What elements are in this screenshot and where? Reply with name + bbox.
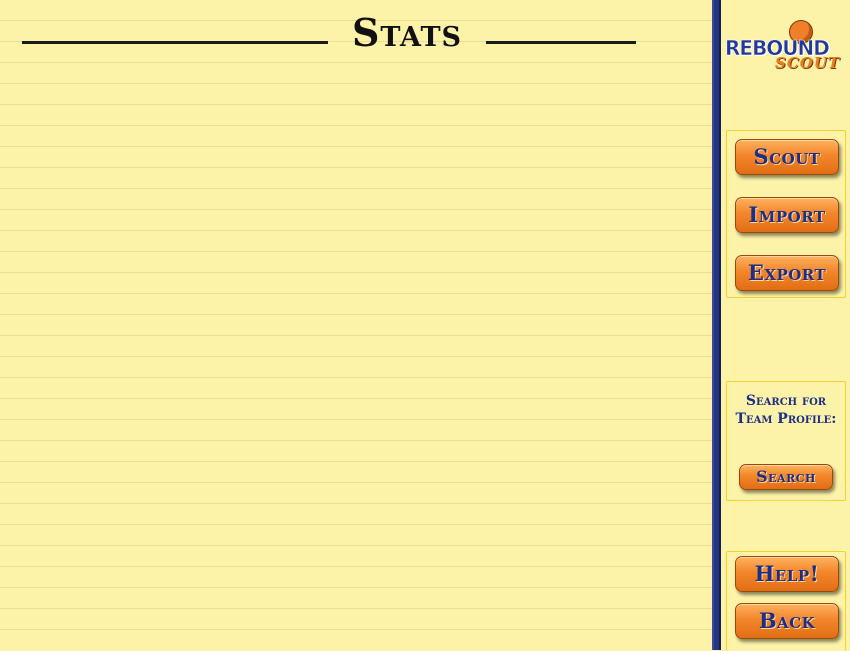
sidebar: REBOUND SCOUT Scout Import Export Search… — [721, 0, 850, 651]
search-prompt-line1: Search for — [745, 393, 827, 409]
sidebar-divider — [712, 0, 721, 650]
back-button[interactable]: Back — [735, 603, 839, 639]
page-title: Stats — [351, 10, 463, 55]
import-button[interactable]: Import — [735, 197, 839, 233]
page-header: Stats — [22, 10, 636, 60]
search-prompt-line2: Team Profile: — [735, 411, 837, 427]
search-panel: Search for Team Profile: Search — [726, 381, 846, 501]
logo-text-scout: SCOUT — [775, 54, 841, 72]
footer-panel: Help! Back — [726, 551, 846, 651]
help-button[interactable]: Help! — [735, 556, 839, 592]
export-button[interactable]: Export — [735, 255, 839, 291]
search-button[interactable]: Search — [739, 464, 833, 490]
nav-panel: Scout Import Export — [726, 130, 846, 298]
notepad-area: Stats — [0, 0, 712, 650]
rebound-scout-logo: REBOUND SCOUT — [723, 16, 849, 72]
scout-button[interactable]: Scout — [735, 139, 839, 175]
title-rule-left — [22, 41, 328, 44]
title-rule-right — [486, 41, 636, 44]
search-prompt: Search for Team Profile: — [727, 392, 845, 428]
